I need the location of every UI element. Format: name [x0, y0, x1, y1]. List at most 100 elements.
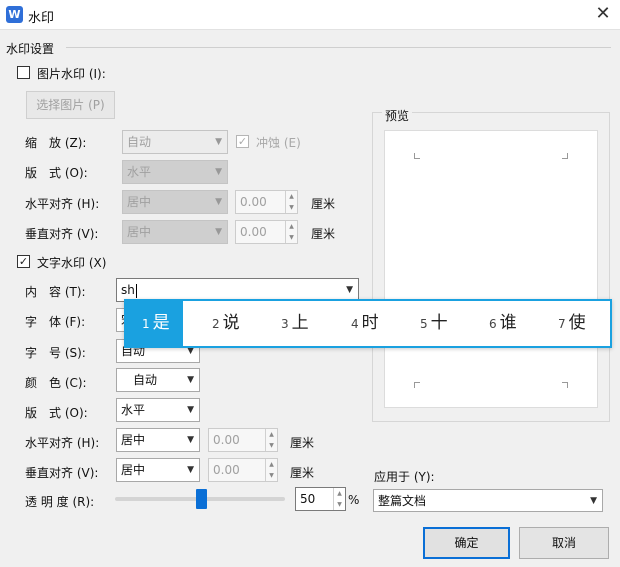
ime-candidate-6[interactable]: 6谁	[489, 301, 517, 346]
ok-button[interactable]: 确定	[423, 527, 510, 559]
ime-candidate-number: 5	[420, 317, 428, 331]
picture-v-align-dropdown[interactable]: 居中 ▼	[122, 220, 228, 244]
text-v-offset-spinner[interactable]: 0.00 ▲ ▼	[208, 458, 278, 482]
picture-watermark-checkbox[interactable]	[17, 66, 30, 79]
apply-to-value: 整篇文档	[378, 494, 427, 508]
picture-h-align-dropdown[interactable]: 居中 ▼	[122, 190, 228, 214]
ime-candidate-2[interactable]: 2说	[212, 301, 240, 346]
ime-candidate-4[interactable]: 4时	[351, 301, 379, 346]
app-logo-icon: W	[6, 6, 23, 23]
picture-v-align-label: 垂直对齐 (V):	[25, 227, 99, 241]
margin-corner-mark	[562, 382, 568, 388]
ime-candidate-text: 谁	[499, 313, 517, 333]
text-caret	[135, 283, 137, 298]
select-picture-button[interactable]: 选择图片 (P)	[26, 91, 115, 119]
picture-h-offset-spinner[interactable]: 0.00 ▲ ▼	[235, 190, 298, 214]
chevron-down-icon: ▼	[187, 435, 194, 445]
text-v-align-label: 垂直对齐 (V):	[25, 466, 99, 480]
ime-candidate-text: 使	[568, 313, 586, 333]
spin-updown-icon[interactable]: ▲ ▼	[265, 429, 277, 451]
ime-candidate-number: 2	[212, 317, 220, 331]
picture-v-offset-unit: 厘米	[311, 227, 336, 241]
picture-h-offset-value: 0.00	[240, 195, 267, 209]
text-layout-value: 水平	[121, 403, 146, 417]
transparency-label: 透 明 度 (R):	[25, 495, 95, 509]
washout-label: 冲蚀 (E)	[256, 136, 301, 150]
content-label: 内 容 (T):	[25, 285, 86, 299]
ime-candidate-number: 3	[281, 317, 289, 331]
chevron-down-icon: ▼	[187, 405, 194, 415]
title-bar	[0, 0, 620, 30]
picture-h-align-label: 水平对齐 (H):	[25, 197, 100, 211]
text-h-offset-value: 0.00	[213, 433, 240, 447]
chevron-down-icon: ▼	[187, 375, 194, 385]
ime-candidate-text: 上	[291, 313, 309, 333]
transparency-slider-thumb[interactable]	[196, 489, 207, 509]
font-label: 字 体 (F):	[25, 315, 86, 329]
chevron-down-icon: ▼	[215, 197, 222, 207]
text-v-align-value: 居中	[121, 463, 146, 477]
close-button[interactable]: ✕	[592, 3, 614, 25]
spin-updown-icon[interactable]: ▲ ▼	[265, 459, 277, 481]
text-v-offset-value: 0.00	[213, 463, 240, 477]
apply-to-dropdown[interactable]: 整篇文档 ▼	[373, 489, 603, 512]
ime-candidate-text: 十	[430, 313, 448, 333]
text-v-align-dropdown[interactable]: 居中 ▼	[116, 458, 200, 482]
margin-corner-mark	[562, 153, 568, 159]
picture-h-offset-unit: 厘米	[311, 197, 336, 211]
ime-candidate-text: 说	[222, 313, 240, 333]
text-watermark-checkbox[interactable]: ✓	[17, 255, 30, 268]
picture-v-offset-value: 0.00	[240, 225, 267, 239]
picture-h-align-value: 居中	[127, 195, 152, 209]
preview-canvas	[384, 130, 598, 408]
color-value: 自动	[133, 373, 158, 387]
cancel-button[interactable]: 取消	[519, 527, 609, 559]
chevron-down-icon: ▼	[590, 496, 597, 506]
text-h-align-value: 居中	[121, 433, 146, 447]
margin-corner-mark	[414, 382, 420, 388]
ime-candidate-text: 是	[152, 313, 170, 333]
ime-candidate-number: 4	[351, 317, 359, 331]
text-v-offset-unit: 厘米	[290, 466, 315, 480]
ime-candidate-3[interactable]: 3上	[281, 301, 309, 346]
picture-layout-value: 水平	[127, 165, 152, 179]
picture-v-align-value: 居中	[127, 225, 152, 239]
transparency-spinner[interactable]: 50 ▲ ▼	[295, 487, 346, 511]
scale-dropdown[interactable]: 自动 ▼	[122, 130, 228, 154]
section-label: 水印设置	[6, 42, 55, 56]
picture-v-offset-spinner[interactable]: 0.00 ▲ ▼	[235, 220, 298, 244]
picture-layout-dropdown[interactable]: 水平 ▼	[122, 160, 228, 184]
text-h-offset-spinner[interactable]: 0.00 ▲ ▼	[208, 428, 278, 452]
section-divider	[66, 47, 611, 48]
spin-updown-icon[interactable]: ▲ ▼	[333, 488, 345, 510]
picture-watermark-label: 图片水印 (I):	[37, 67, 106, 81]
ime-candidate-bar: 1是 2说 3上 4时 5十 6谁 7使	[124, 299, 612, 348]
transparency-unit: %	[348, 493, 360, 507]
color-dropdown[interactable]: 自动 ▼	[116, 368, 200, 392]
text-layout-label: 版 式 (O):	[25, 406, 88, 420]
ime-candidate-number: 7	[558, 317, 566, 331]
scale-label: 缩 放 (Z):	[25, 136, 87, 150]
preview-label: 预览	[382, 107, 413, 124]
chevron-down-icon: ▼	[187, 465, 194, 475]
ime-candidate-text: 时	[361, 313, 379, 333]
color-label: 颜 色 (C):	[25, 376, 87, 390]
spin-updown-icon[interactable]: ▲ ▼	[285, 191, 297, 213]
chevron-down-icon: ▼	[215, 167, 222, 177]
margin-corner-mark	[414, 153, 420, 159]
spin-updown-icon[interactable]: ▲ ▼	[285, 221, 297, 243]
ime-candidate-1[interactable]: 1是	[126, 301, 183, 346]
transparency-value: 50	[300, 492, 316, 506]
ime-candidate-7[interactable]: 7使	[558, 301, 586, 346]
ime-candidate-number: 6	[489, 317, 497, 331]
ime-candidate-number: 1	[142, 317, 150, 331]
text-h-align-dropdown[interactable]: 居中 ▼	[116, 428, 200, 452]
size-label: 字 号 (S):	[25, 346, 86, 360]
ime-candidate-5[interactable]: 5十	[420, 301, 448, 346]
content-value: sh	[121, 283, 135, 297]
washout-checkbox[interactable]: ✓	[236, 135, 249, 148]
scale-value: 自动	[127, 135, 152, 149]
text-layout-dropdown[interactable]: 水平 ▼	[116, 398, 200, 422]
apply-to-label: 应用于 (Y):	[374, 470, 435, 484]
window-title: 水印	[28, 11, 55, 26]
